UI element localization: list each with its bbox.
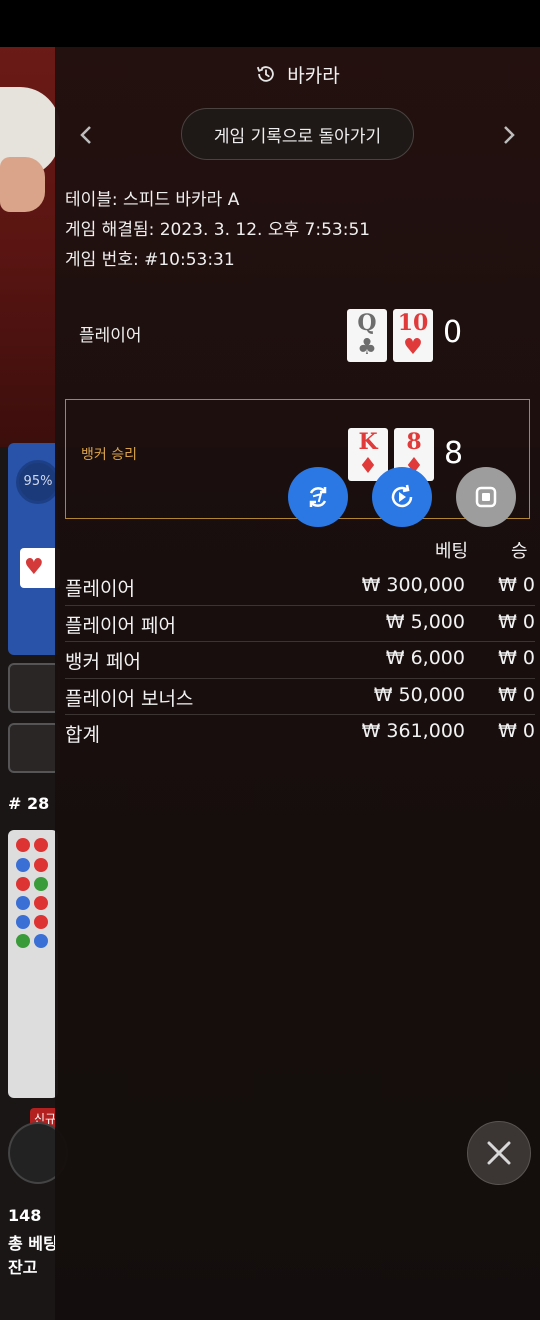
heart-suit-icon: ♥ xyxy=(403,335,423,360)
game-resolved-time: 게임 해결됨: 2023. 3. 12. 오후 7:53:51 xyxy=(65,220,371,240)
win-amount: ₩ 0 xyxy=(498,647,535,669)
table-row: 플레이어 ₩ 300,000 ₩ 0 xyxy=(65,569,535,606)
round-label: # 28 xyxy=(8,794,50,813)
win-amount: ₩ 0 xyxy=(498,610,535,633)
table-name: 테이블: 스피드 바카라 A xyxy=(65,190,240,210)
panel-header: 바카라 xyxy=(55,47,540,101)
replay-icon xyxy=(391,484,413,508)
road-dot xyxy=(34,896,48,910)
total-bet-label: 총 베팅 xyxy=(8,1234,58,1253)
stop-button[interactable] xyxy=(456,467,516,527)
dealer-hand xyxy=(0,157,45,212)
bet-amount: ₩ 300,000 xyxy=(361,574,465,596)
history-nav: 게임 기록으로 돌아가기 xyxy=(55,108,540,162)
win-amount: ₩ 0 xyxy=(498,683,535,706)
road-dot xyxy=(34,934,48,948)
player-label: 플레이어 xyxy=(79,326,142,346)
road-dot xyxy=(34,838,48,852)
bets-table: 플레이어 ₩ 300,000 ₩ 0 플레이어 페어 ₩ 5,000 ₩ 0 뱅… xyxy=(65,569,535,752)
road-dot xyxy=(16,896,30,910)
status-bar xyxy=(0,0,540,47)
back-to-history-button[interactable]: 게임 기록으로 돌아가기 xyxy=(181,108,414,160)
bet-amount: ₩ 6,000 xyxy=(385,647,465,669)
bet-name: 플레이어 페어 xyxy=(65,614,176,637)
club-suit-icon: ♣ xyxy=(357,335,377,360)
road-dot xyxy=(16,858,30,872)
rotate-icon xyxy=(309,487,327,507)
banker-score: 8 xyxy=(444,436,464,471)
player-score: 0 xyxy=(443,315,463,350)
road-dot xyxy=(16,915,30,929)
total-row: 합계 ₩ 361,000 ₩ 0 xyxy=(65,715,535,752)
road-dot xyxy=(34,858,48,872)
close-icon xyxy=(487,1141,511,1165)
panel-title: 바카라 xyxy=(287,64,340,87)
stop-icon xyxy=(475,486,497,508)
bet-name: 플레이어 xyxy=(65,578,135,600)
table-row: 플레이어 보너스 ₩ 50,000 ₩ 0 xyxy=(65,679,535,715)
bet-name: 플레이어 보너스 xyxy=(65,687,194,710)
table-row: 뱅커 페어 ₩ 6,000 ₩ 0 xyxy=(65,642,535,679)
road-dot xyxy=(34,877,48,891)
card-rank: Q xyxy=(357,310,377,336)
replay-button[interactable] xyxy=(372,467,432,527)
win-percent-badge: 95% xyxy=(16,460,60,504)
playing-card: Q ♣ xyxy=(347,309,387,362)
side-bet-button[interactable] xyxy=(8,663,60,713)
win-column-header: 승 xyxy=(511,541,528,562)
game-number: 게임 번호: #10:53:31 xyxy=(65,250,235,270)
history-clock-icon xyxy=(257,66,275,82)
card-rank: K xyxy=(358,429,378,455)
banker-win-label: 뱅커 승리 xyxy=(81,447,137,463)
playing-card: 10 ♥ xyxy=(393,309,433,362)
bet-column-header: 베팅 xyxy=(435,541,469,562)
mini-card: ♥ xyxy=(20,548,60,588)
balance-label: 잔고 xyxy=(8,1258,38,1277)
game-history-panel: 바카라 게임 기록으로 돌아가기 테이블: 스피드 바카라 A 게임 해결됨: … xyxy=(55,47,540,1320)
total-label: 합계 xyxy=(65,724,100,746)
close-button[interactable] xyxy=(467,1121,531,1185)
card-rank: 8 xyxy=(406,429,422,455)
players-count: 148 xyxy=(8,1206,42,1225)
win-amount: ₩ 0 xyxy=(498,574,535,596)
bead-road xyxy=(8,830,58,1098)
road-dot xyxy=(16,934,30,948)
bet-name: 뱅커 페어 xyxy=(65,651,141,673)
side-bet-button-2[interactable] xyxy=(8,723,60,773)
road-dot xyxy=(34,915,48,929)
bet-amount: ₩ 5,000 xyxy=(385,610,465,633)
bet-amount: ₩ 50,000 xyxy=(373,683,465,706)
total-win-amount: ₩ 0 xyxy=(498,720,535,742)
previous-game-chevron-icon[interactable] xyxy=(73,122,99,148)
table-row: 플레이어 페어 ₩ 5,000 ₩ 0 xyxy=(65,606,535,642)
road-dot xyxy=(16,877,30,891)
road-dot xyxy=(16,838,30,852)
player-cards: Q ♣ 10 ♥ xyxy=(347,309,433,362)
total-bet-amount: ₩ 361,000 xyxy=(361,720,465,742)
rotate-view-button[interactable] xyxy=(288,467,348,527)
next-game-chevron-icon[interactable] xyxy=(496,122,522,148)
card-rank: 10 xyxy=(397,310,429,336)
